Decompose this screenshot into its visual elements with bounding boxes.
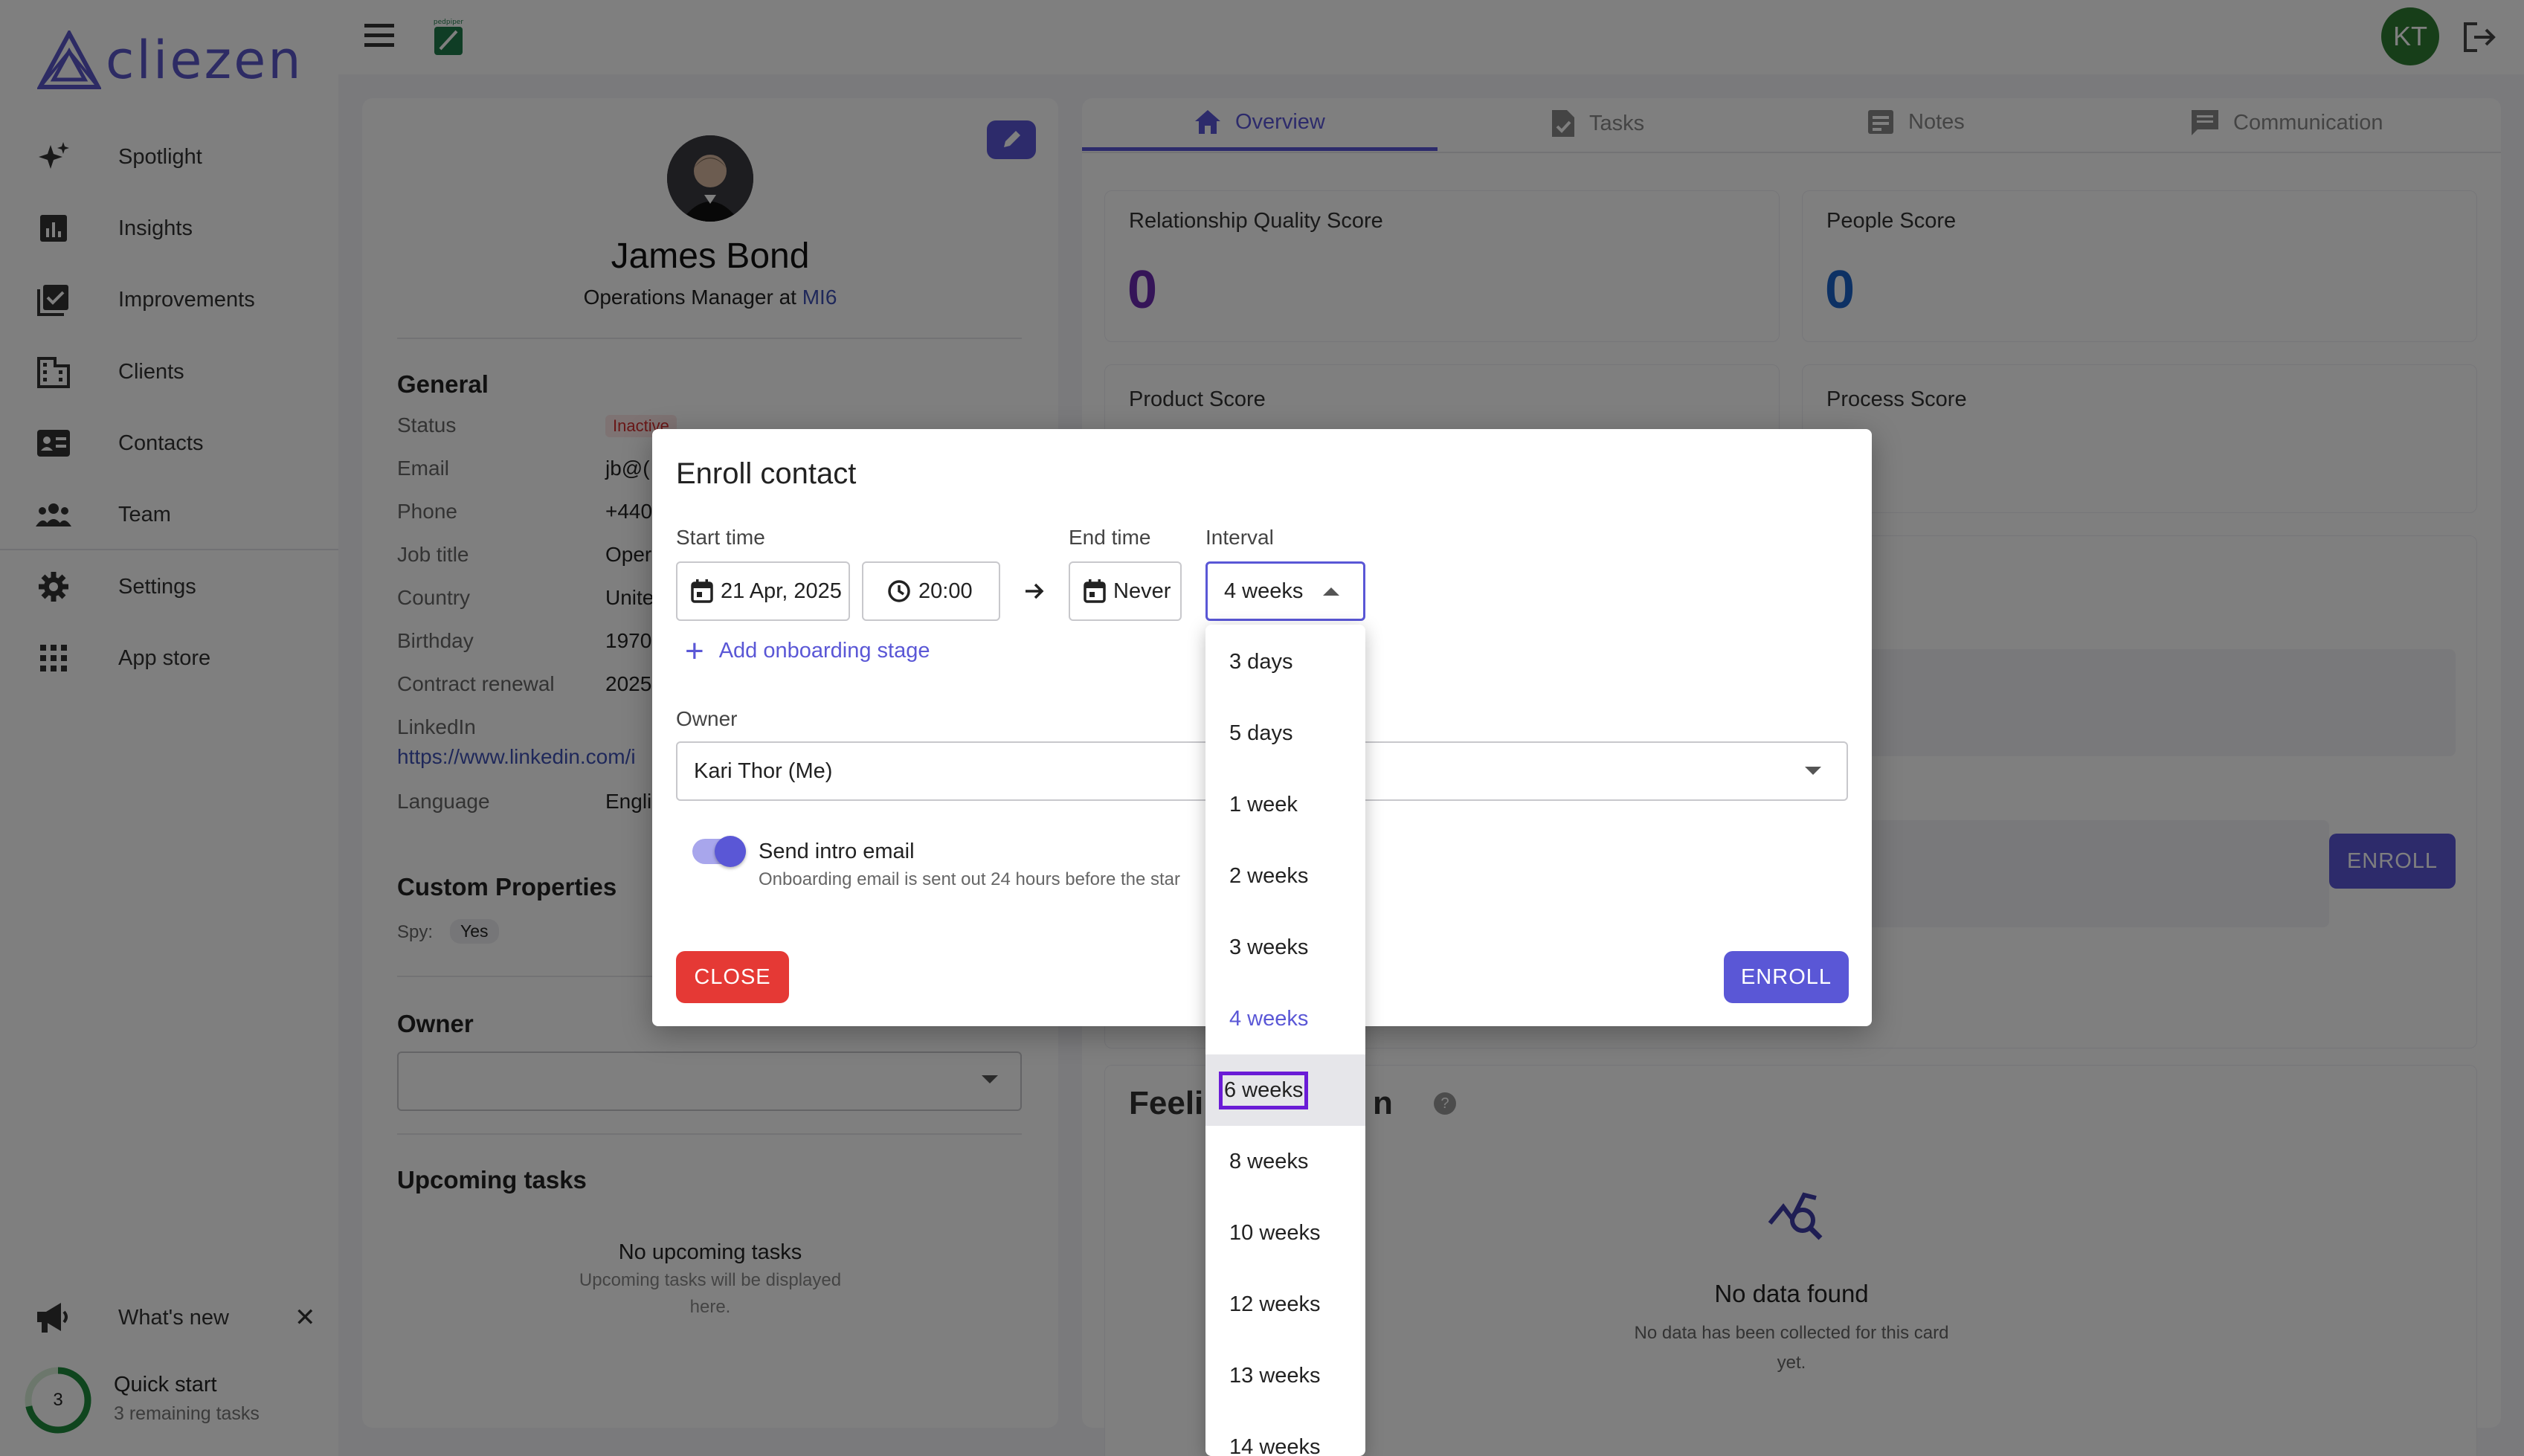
- dialog-title: Enroll contact: [676, 457, 857, 490]
- end-date-value: Never: [1113, 579, 1171, 603]
- start-time-value: 20:00: [918, 579, 973, 603]
- plus-icon: +: [685, 632, 704, 669]
- start-date-value: 21 Apr, 2025: [721, 579, 842, 603]
- send-intro-toggle[interactable]: [692, 836, 746, 867]
- start-date-field[interactable]: 21 Apr, 2025: [676, 561, 850, 621]
- start-time-label: Start time: [676, 526, 765, 549]
- add-onboarding-stage-button[interactable]: + Add onboarding stage: [685, 632, 930, 669]
- interval-options-menu: 3 days 5 days 1 week 2 weeks 3 weeks 4 w…: [1205, 625, 1365, 1456]
- interval-option[interactable]: 2 weeks: [1205, 840, 1365, 912]
- interval-option[interactable]: 12 weeks: [1205, 1269, 1365, 1340]
- close-button[interactable]: CLOSE: [676, 951, 789, 1003]
- calendar-icon: [1084, 579, 1106, 603]
- intro-email-title: Send intro email: [759, 840, 915, 863]
- add-stage-label: Add onboarding stage: [718, 639, 930, 663]
- intro-email-subtitle: Onboarding email is sent out 24 hours be…: [759, 869, 1180, 889]
- interval-option[interactable]: 3 days: [1205, 626, 1365, 698]
- interval-option[interactable]: 1 week: [1205, 769, 1365, 840]
- caret-up-icon: [1323, 587, 1339, 596]
- interval-option-selected[interactable]: 4 weeks: [1205, 983, 1365, 1054]
- start-time-field[interactable]: 20:00: [862, 561, 1000, 621]
- interval-option[interactable]: 8 weeks: [1205, 1126, 1365, 1197]
- owner-value: Kari Thor (Me): [694, 758, 833, 783]
- interval-value: 4 weeks: [1224, 579, 1304, 603]
- interval-option[interactable]: 13 weeks: [1205, 1340, 1365, 1411]
- interval-label: Interval: [1205, 526, 1274, 549]
- clock-icon: [888, 580, 910, 602]
- enroll-button[interactable]: ENROLL: [1724, 951, 1849, 1003]
- interval-option-highlighted[interactable]: 6 weeks: [1205, 1054, 1365, 1126]
- end-time-label: End time: [1069, 526, 1151, 549]
- arrow-right-icon: [1024, 582, 1045, 604]
- owner-label: Owner: [676, 707, 738, 730]
- end-date-field[interactable]: Never: [1069, 561, 1182, 621]
- toggle-thumb: [715, 836, 746, 867]
- interval-select[interactable]: 4 weeks: [1205, 561, 1365, 621]
- interval-option[interactable]: 14 weeks: [1205, 1411, 1365, 1456]
- calendar-icon: [691, 579, 713, 603]
- caret-down-icon: [1805, 767, 1821, 775]
- focus-highlight: 6 weeks: [1219, 1071, 1309, 1109]
- interval-option[interactable]: 3 weeks: [1205, 912, 1365, 983]
- interval-option[interactable]: 10 weeks: [1205, 1197, 1365, 1269]
- interval-option[interactable]: 5 days: [1205, 698, 1365, 769]
